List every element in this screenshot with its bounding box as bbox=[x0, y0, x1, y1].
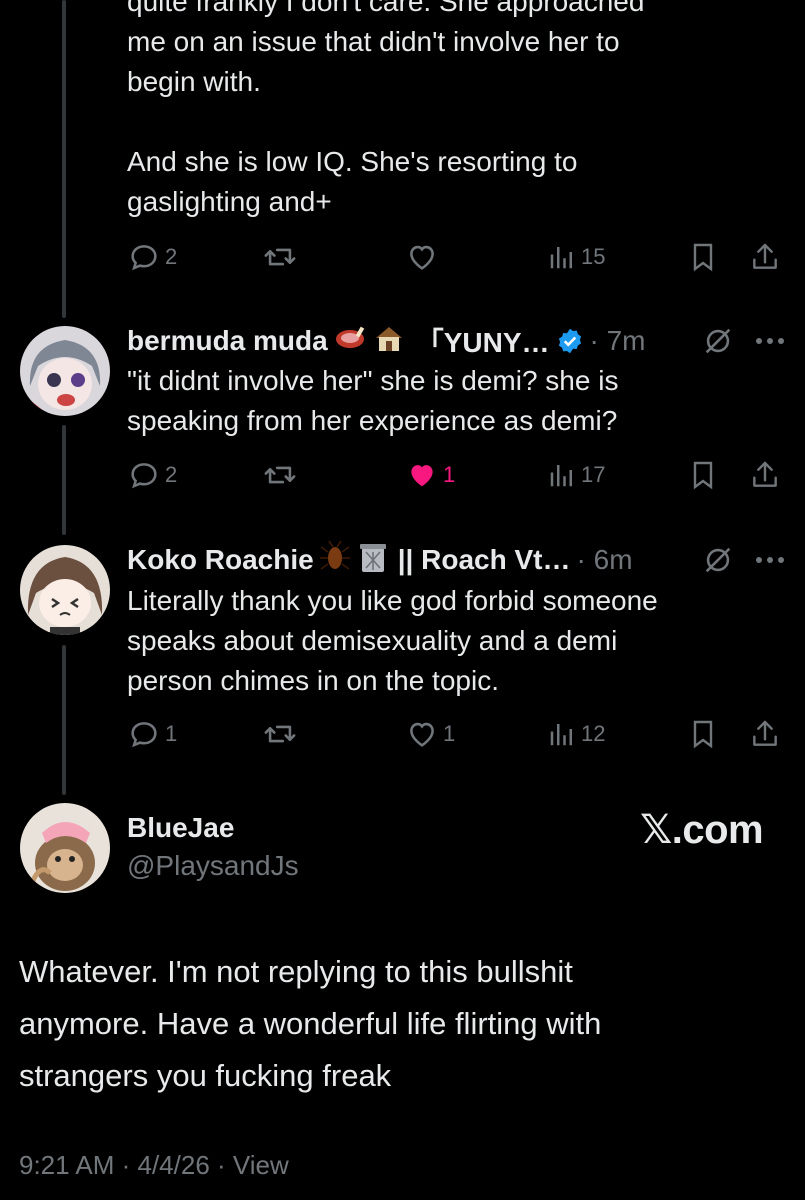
heart-icon bbox=[410, 722, 434, 747]
anime-avatar-image bbox=[20, 326, 110, 416]
more-options-icon[interactable] bbox=[755, 337, 785, 345]
bookmark-icon bbox=[693, 720, 713, 749]
like-button-active[interactable]: 1 bbox=[405, 455, 455, 495]
muted-icon[interactable] bbox=[701, 324, 735, 358]
views-icon bbox=[550, 247, 572, 269]
bookmark-button[interactable] bbox=[687, 237, 719, 277]
views-icon bbox=[550, 465, 572, 487]
x-com-watermark: 𝕏.com bbox=[640, 808, 764, 852]
display-name-suffix[interactable]: || Roach Vt… bbox=[398, 544, 571, 576]
more-options-icon[interactable] bbox=[755, 556, 785, 564]
reply-icon bbox=[131, 463, 157, 489]
avatar[interactable] bbox=[20, 326, 110, 416]
reply2-header: Koko Roachie || Roach Vt… · 6m bbox=[127, 540, 785, 580]
reply1-header: bermuda muda 「YUNY… · 7m bbox=[127, 321, 785, 361]
author-handle[interactable]: @PlaysandJs bbox=[127, 850, 299, 882]
display-name-suffix[interactable]: 「YUNY… bbox=[416, 321, 550, 361]
views-button[interactable]: 12 bbox=[547, 714, 605, 754]
bookmark-icon bbox=[693, 461, 713, 490]
reply1-actions: 2 1 17 bbox=[127, 455, 787, 495]
reply-icon bbox=[131, 722, 157, 748]
timestamp[interactable]: · 7m bbox=[590, 325, 646, 357]
views-button[interactable]: 17 bbox=[547, 455, 605, 495]
thread-line bbox=[62, 645, 66, 795]
cockroach-emoji bbox=[318, 540, 352, 581]
house-emoji bbox=[372, 322, 406, 361]
top-post-text: quite frankly I don't care. She approach… bbox=[127, 0, 645, 217]
share-icon bbox=[753, 243, 777, 269]
reply-icon bbox=[131, 245, 157, 271]
top-post-actions: 2 15 bbox=[127, 237, 787, 277]
muted-icon[interactable] bbox=[701, 543, 735, 577]
repost-button[interactable] bbox=[262, 237, 298, 277]
bookmark-button[interactable] bbox=[687, 714, 719, 754]
display-name[interactable]: Koko Roachie bbox=[127, 544, 314, 576]
author-name[interactable]: BlueJae bbox=[127, 812, 234, 844]
timestamp[interactable]: · 6m bbox=[577, 544, 633, 576]
trash-can-emoji bbox=[356, 540, 390, 581]
avatar[interactable] bbox=[20, 803, 110, 893]
heart-icon bbox=[410, 245, 434, 270]
repost-button[interactable] bbox=[262, 714, 298, 754]
share-icon bbox=[753, 461, 777, 487]
reply-button[interactable]: 1 bbox=[127, 714, 177, 754]
share-button[interactable] bbox=[749, 714, 781, 754]
like-button[interactable]: 1 bbox=[405, 714, 455, 754]
bookmark-button[interactable] bbox=[687, 455, 719, 495]
views-icon bbox=[550, 724, 572, 746]
share-button[interactable] bbox=[749, 455, 781, 495]
thread-line bbox=[62, 425, 66, 535]
post-meta[interactable]: 9:21 AM · 4/4/26 · View bbox=[19, 1150, 289, 1181]
reply-button[interactable]: 2 bbox=[127, 455, 177, 495]
repost-icon bbox=[264, 248, 296, 266]
reply1-text: "it didnt involve her" she is demi? she … bbox=[127, 365, 619, 436]
like-button[interactable] bbox=[405, 237, 439, 277]
reply-button[interactable]: 2 bbox=[127, 237, 177, 277]
bookmark-icon bbox=[693, 243, 713, 272]
verified-badge-icon bbox=[556, 327, 584, 355]
reply2-actions: 1 1 12 bbox=[127, 714, 787, 754]
monkey-avatar-image bbox=[20, 803, 110, 893]
share-button[interactable] bbox=[749, 237, 781, 277]
main-post-text: Whatever. I'm not replying to this bulls… bbox=[19, 954, 602, 1093]
avatar[interactable] bbox=[20, 545, 110, 635]
thread-line bbox=[62, 0, 66, 318]
share-icon bbox=[753, 720, 777, 746]
display-name[interactable]: bermuda muda bbox=[127, 325, 328, 357]
repost-button[interactable] bbox=[262, 455, 298, 495]
reply2-text: Literally thank you like god forbid some… bbox=[127, 585, 658, 696]
repost-icon bbox=[264, 466, 296, 484]
meat-emoji bbox=[332, 323, 368, 360]
heart-filled-icon bbox=[411, 465, 433, 487]
views-button[interactable]: 15 bbox=[547, 237, 605, 277]
anime-avatar-image bbox=[20, 545, 110, 635]
repost-icon bbox=[264, 725, 296, 743]
